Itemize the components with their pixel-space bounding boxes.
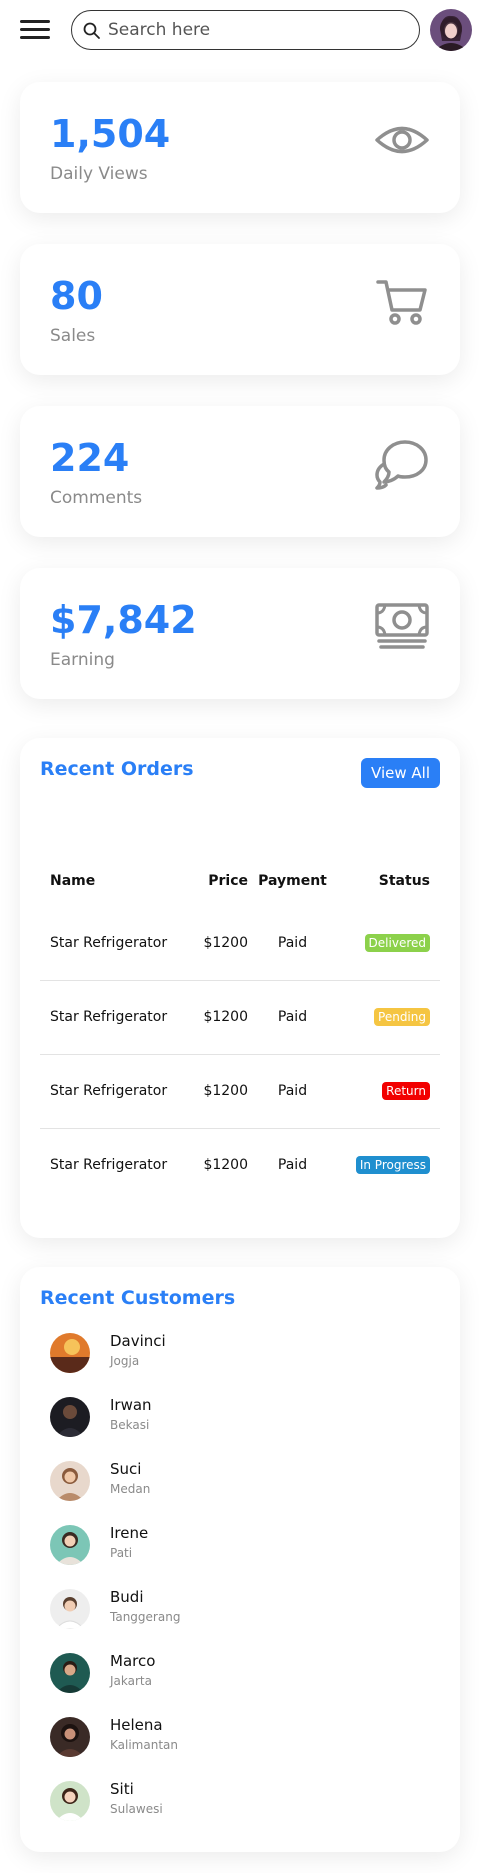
order-price: $1200 — [203, 1157, 248, 1174]
column-header-payment: Payment — [258, 873, 327, 889]
order-payment: Paid — [250, 906, 335, 981]
customer-name: Marco — [110, 1652, 156, 1670]
customer-name: Suci — [110, 1460, 142, 1478]
customer-city: Jogja — [110, 1354, 140, 1368]
avatar — [50, 1397, 90, 1437]
avatar — [50, 1589, 90, 1629]
money-icon — [375, 603, 429, 649]
recent-customers-card: Recent Customers Davinci Jogja Irwan Bek… — [20, 1267, 460, 1852]
table-row[interactable]: Star Refrigerator $1200 Paid In Progress — [40, 1128, 440, 1202]
stat-label: Sales — [50, 326, 96, 346]
recent-customers-title: Recent Customers — [40, 1287, 236, 1309]
order-price: $1200 — [195, 1054, 250, 1129]
eye-icon — [375, 126, 429, 154]
stat-card-earning[interactable]: $7,842 Earning — [20, 568, 460, 699]
customer-city: Bekasi — [110, 1418, 150, 1432]
customer-city: Medan — [110, 1482, 151, 1496]
stat-value: 224 — [50, 436, 130, 480]
column-header-price: Price — [208, 873, 248, 889]
list-item[interactable]: Suci Medan — [40, 1455, 440, 1519]
top-bar — [0, 0, 480, 60]
status-badge: Pending — [374, 1008, 430, 1026]
customer-city: Jakarta — [110, 1674, 152, 1688]
list-item[interactable]: Budi Tanggerang — [40, 1583, 440, 1647]
search-icon — [83, 22, 100, 39]
order-payment: Paid — [250, 980, 335, 1055]
cart-icon — [376, 280, 427, 325]
avatar — [50, 1781, 90, 1821]
table-row[interactable]: Star Refrigerator $1200 Paid Delivered — [40, 906, 440, 981]
list-item[interactable]: Siti Sulawesi — [40, 1775, 440, 1839]
customer-name: Helena — [110, 1716, 163, 1734]
customer-city: Tanggerang — [110, 1610, 181, 1624]
order-price: $1200 — [195, 980, 250, 1055]
column-header-status: Status — [378, 873, 430, 889]
table-row[interactable]: Star Refrigerator $1200 Paid Pending — [40, 980, 440, 1055]
list-item[interactable]: Davinci Jogja — [40, 1327, 440, 1391]
chat-icon — [375, 440, 428, 490]
recent-orders-title: Recent Orders — [40, 758, 194, 780]
stat-card-sales[interactable]: 80 Sales — [20, 244, 460, 375]
order-name: Star Refrigerator — [40, 980, 195, 1055]
stat-value: 1,504 — [50, 112, 171, 156]
avatar — [50, 1525, 90, 1565]
status-badge: Return — [382, 1082, 430, 1100]
menu-icon[interactable] — [20, 18, 52, 42]
order-name: Star Refrigerator — [40, 1054, 195, 1129]
order-payment: Paid — [277, 1157, 308, 1174]
list-item[interactable]: Irwan Bekasi — [40, 1391, 440, 1455]
customer-city: Sulawesi — [110, 1802, 163, 1816]
customer-name: Budi — [110, 1588, 144, 1606]
table-row[interactable]: Star Refrigerator $1200 Paid Return — [40, 1054, 440, 1129]
search-input[interactable] — [108, 15, 408, 45]
user-avatar[interactable] — [430, 9, 472, 51]
order-name: Star Refrigerator — [40, 906, 195, 981]
table-header-row: Name Price Payment Status — [40, 856, 440, 906]
view-all-button[interactable]: View All — [361, 758, 440, 788]
avatar — [50, 1461, 90, 1501]
customer-name: Davinci — [110, 1332, 166, 1350]
avatar — [50, 1653, 90, 1693]
orders-table: Name Price Payment Status Star Refrigera… — [40, 856, 440, 1202]
status-badge: In Progress — [355, 1156, 430, 1175]
stat-value: 80 — [50, 274, 103, 318]
stat-value: $7,842 — [50, 598, 197, 642]
status-badge: Delivered — [364, 933, 430, 952]
customer-name: Siti — [110, 1780, 134, 1798]
recent-orders-card: Recent Orders View All Name Price Paymen… — [20, 738, 460, 1238]
customer-name: Irwan — [110, 1396, 152, 1414]
order-price: $1200 — [195, 906, 250, 981]
stat-card-daily-views[interactable]: 1,504 Daily Views — [20, 82, 460, 213]
customer-city: Pati — [110, 1546, 133, 1560]
stat-label: Comments — [50, 488, 143, 508]
column-header-name: Name — [50, 873, 96, 889]
order-payment: Paid — [250, 1054, 335, 1129]
list-item[interactable]: Marco Jakarta — [40, 1647, 440, 1711]
stat-label: Daily Views — [50, 164, 148, 184]
order-name: Star Refrigerator — [50, 1157, 168, 1174]
list-item[interactable]: Helena Kalimantan — [40, 1711, 440, 1775]
stat-card-comments[interactable]: 224 Comments — [20, 406, 460, 537]
list-item[interactable]: Irene Pati — [40, 1519, 440, 1583]
customer-name: Irene — [110, 1524, 149, 1542]
customer-city: Kalimantan — [110, 1738, 178, 1752]
search-box[interactable] — [71, 10, 420, 50]
customer-list: Davinci Jogja Irwan Bekasi Suci Medan Ir… — [40, 1327, 440, 1839]
avatar — [50, 1333, 90, 1373]
stat-label: Earning — [50, 650, 115, 670]
avatar — [50, 1717, 90, 1757]
